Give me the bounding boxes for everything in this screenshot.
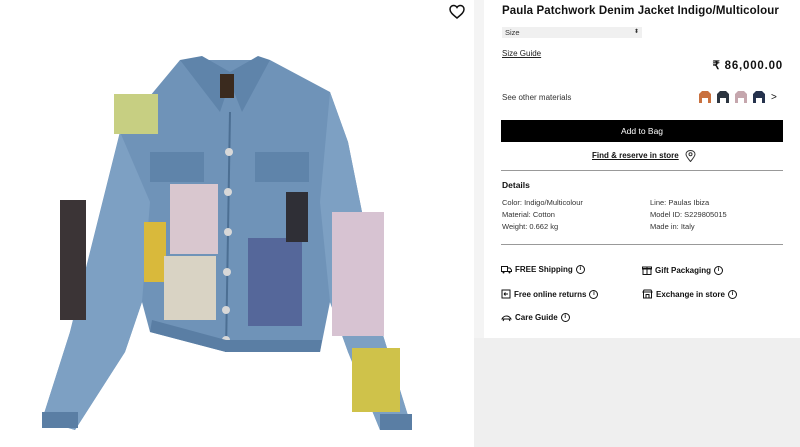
- product-image[interactable]: [30, 52, 440, 440]
- heart-icon[interactable]: [449, 4, 465, 20]
- free-returns-item[interactable]: Free online returns i: [501, 289, 599, 299]
- truck-icon: [501, 266, 512, 274]
- free-shipping-label: FREE Shipping: [515, 265, 573, 274]
- exchange-store-item[interactable]: Exchange in store i: [642, 289, 737, 299]
- detail-weight: Weight: 0.662 kg: [502, 222, 559, 231]
- details-heading: Details: [502, 180, 530, 190]
- product-image-pane: [0, 0, 474, 447]
- size-select[interactable]: Size ⬍: [502, 27, 642, 38]
- info-icon[interactable]: i: [589, 289, 599, 299]
- swatch-next-arrow[interactable]: >: [771, 92, 777, 103]
- page-background: [474, 338, 800, 447]
- info-icon[interactable]: i: [560, 313, 570, 322]
- care-guide-label: Care Guide: [515, 313, 558, 322]
- detail-made-in: Made in: Italy: [650, 222, 695, 231]
- divider: [501, 170, 783, 171]
- swatch-jacket-black[interactable]: [716, 90, 730, 104]
- add-to-bag-button[interactable]: Add to Bag: [501, 120, 783, 142]
- gift-icon: [642, 266, 652, 275]
- other-materials-label: See other materials: [502, 93, 572, 102]
- free-returns-label: Free online returns: [514, 289, 587, 299]
- returns-icon: [501, 289, 511, 299]
- detail-color: Color: Indigo/Multicolour: [502, 198, 583, 207]
- product-price: ₹ 86,000.00: [712, 60, 783, 72]
- gift-packaging-label: Gift Packaging: [655, 265, 712, 275]
- care-guide-item[interactable]: Care Guide i: [501, 313, 570, 322]
- detail-line: Line: Paulas Ibiza: [650, 198, 710, 207]
- detail-model-id: Model ID: S229805015: [650, 210, 727, 219]
- care-icon: [501, 315, 512, 322]
- location-pin-icon: [685, 150, 696, 162]
- free-shipping-item[interactable]: FREE Shipping i: [501, 265, 585, 274]
- divider: [501, 244, 783, 245]
- swatch-jacket-pink[interactable]: [734, 90, 748, 104]
- material-swatches: >: [698, 90, 777, 104]
- swatch-jacket-navy[interactable]: [752, 90, 766, 104]
- detail-material: Material: Cotton: [502, 210, 555, 219]
- store-icon: [642, 289, 653, 299]
- gift-packaging-item[interactable]: Gift Packaging i: [642, 265, 724, 275]
- find-reserve-store-link[interactable]: Find & reserve in store: [592, 151, 679, 160]
- swatch-jacket-tan[interactable]: [698, 90, 712, 104]
- info-icon[interactable]: i: [575, 265, 585, 274]
- info-icon[interactable]: i: [727, 289, 737, 299]
- size-guide-link[interactable]: Size Guide: [502, 49, 541, 58]
- info-icon[interactable]: i: [714, 265, 724, 275]
- chevron-updown-icon: ⬍: [633, 29, 639, 35]
- product-info-pane: Paula Patchwork Denim Jacket Indigo/Mult…: [484, 0, 800, 338]
- size-select-label: Size: [505, 28, 520, 37]
- product-title: Paula Patchwork Denim Jacket Indigo/Mult…: [502, 5, 779, 17]
- exchange-store-label: Exchange in store: [656, 289, 725, 299]
